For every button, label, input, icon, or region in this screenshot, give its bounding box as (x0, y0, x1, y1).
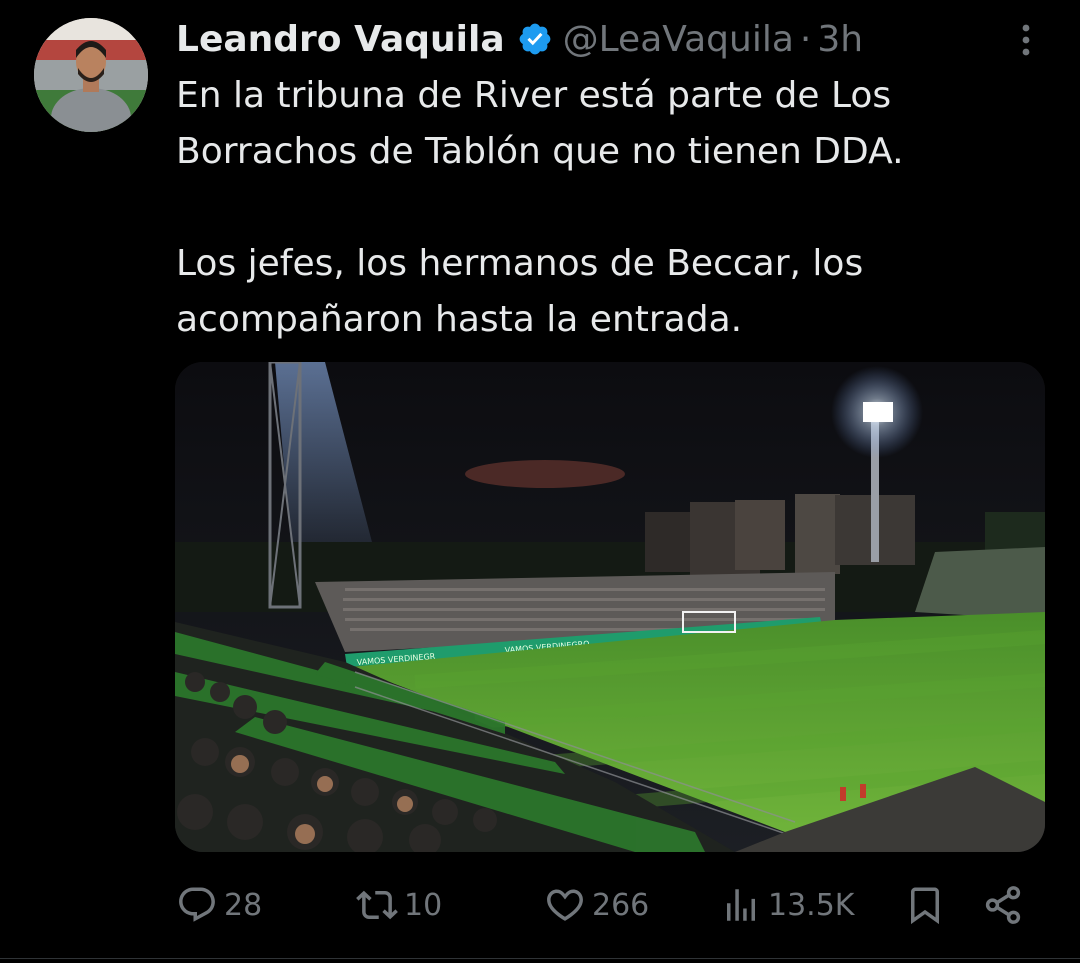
bookmark-icon (904, 884, 946, 926)
author-name[interactable]: Leandro Vaquila (176, 19, 505, 60)
tweet: Leandro Vaquila @LeaVaquila · 3h En la t… (0, 0, 1080, 963)
views-count: 13.5K (768, 887, 855, 923)
like-count: 266 (592, 887, 650, 923)
like-icon (544, 884, 586, 926)
verified-badge-icon (517, 21, 553, 57)
views-icon (720, 884, 762, 926)
share-button[interactable] (982, 878, 1024, 932)
bookmark-button[interactable] (904, 878, 946, 932)
reply-count: 28 (224, 887, 263, 923)
tweet-time[interactable]: 3h (817, 19, 863, 60)
avatar[interactable] (34, 18, 148, 132)
tweet-photo[interactable]: VAMOS VERDINEGR VAMOS VERDINEGRO (175, 362, 1045, 852)
more-icon[interactable] (1014, 20, 1038, 60)
reply-icon (176, 884, 218, 926)
retweet-count: 10 (404, 887, 443, 923)
tweet-header: Leandro Vaquila @LeaVaquila · 3h (176, 14, 863, 64)
tweet-text: En la tribuna de River está parte de Los… (176, 75, 904, 340)
retweet-button[interactable]: 10 (356, 878, 442, 932)
reply-button[interactable]: 28 (176, 878, 262, 932)
separator-dot: · (799, 18, 812, 60)
share-icon (982, 884, 1024, 926)
like-button[interactable]: 266 (544, 878, 649, 932)
divider (0, 958, 1080, 959)
author-handle[interactable]: @LeaVaquila (563, 19, 794, 60)
views-button[interactable]: 13.5K (720, 878, 854, 932)
tweet-actions: 28 10 266 13.5K (176, 878, 1036, 932)
retweet-icon (356, 884, 398, 926)
